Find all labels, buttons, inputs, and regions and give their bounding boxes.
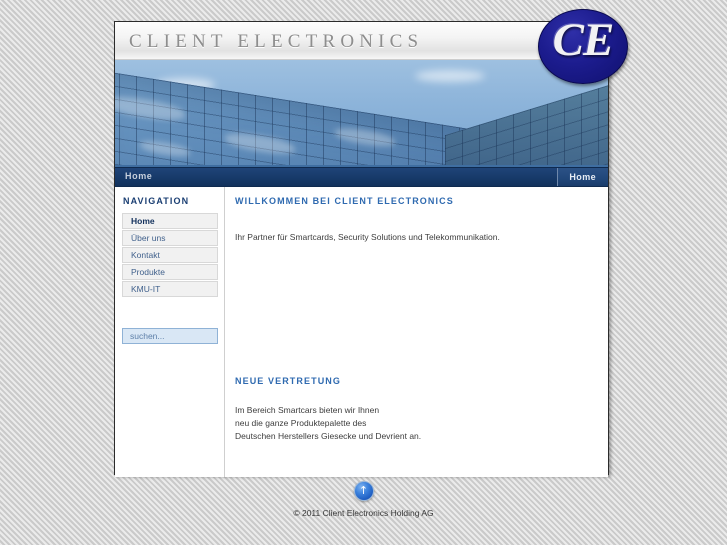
copyright-text: © 2011 Client Electronics Holding AG	[293, 508, 434, 518]
sidebar-item-label: Über uns	[131, 233, 166, 243]
page-frame: CLIENT ELECTRONICS CE Home Home NAVIGATI…	[114, 9, 628, 477]
vertretung-line-3: Deutschen Herstellers Giesecke und Devri…	[235, 431, 422, 441]
footer: ↑ © 2011 Client Electronics Holding AG	[0, 481, 727, 518]
masthead: CLIENT ELECTRONICS CE	[115, 9, 628, 84]
main-content: WILLKOMMEN BEI CLIENT ELECTRONICS Ihr Pa…	[225, 187, 608, 477]
sidebar-item-ueber-uns[interactable]: Über uns	[122, 230, 218, 246]
sidebar-item-label: Home	[131, 216, 155, 226]
banner-image	[115, 60, 608, 167]
search-input[interactable]: suchen...	[122, 328, 218, 344]
navbar-home-button-label: Home	[569, 172, 596, 182]
sidebar-item-label: Produkte	[131, 267, 166, 277]
welcome-heading: WILLKOMMEN BEI CLIENT ELECTRONICS	[235, 196, 454, 206]
back-to-top-icon[interactable]: ↑	[353, 481, 374, 501]
up-arrow-glyph: ↑	[358, 484, 369, 498]
ce-logo: CE	[538, 9, 628, 84]
breadcrumb: Home	[125, 171, 153, 181]
sidebar-item-home[interactable]: Home	[122, 213, 218, 229]
vertretung-text-block: Im Bereich Smartcars bieten wir Ihnen ne…	[235, 404, 592, 443]
vertretung-line-1: Im Bereich Smartcars bieten wir Ihnen	[235, 405, 380, 415]
brand-title: CLIENT ELECTRONICS	[129, 31, 424, 52]
sidebar-item-produkte[interactable]: Produkte	[122, 264, 218, 280]
sidebar-item-kontakt[interactable]: Kontakt	[122, 247, 218, 263]
search-placeholder: suchen...	[130, 331, 165, 341]
cloud-shape	[415, 70, 485, 82]
sidebar: NAVIGATION Home Über uns Kontakt Produkt…	[115, 187, 225, 477]
sidebar-item-label: Kontakt	[131, 250, 160, 260]
ce-logo-text: CE	[552, 14, 615, 66]
sidebar-heading: NAVIGATION	[123, 196, 190, 206]
sidebar-item-label: KMU-IT	[131, 284, 161, 294]
navbar: Home Home	[115, 167, 608, 187]
navbar-home-button[interactable]: Home	[557, 168, 608, 186]
sidebar-item-kmu-it[interactable]: KMU-IT	[122, 281, 218, 297]
content-row: NAVIGATION Home Über uns Kontakt Produkt…	[115, 187, 608, 477]
vertretung-line-2: neu die ganze Produktepalette des	[235, 418, 367, 428]
vertretung-heading: NEUE VERTRETUNG	[235, 376, 342, 386]
welcome-text: Ihr Partner für Smartcards, Security Sol…	[235, 232, 500, 242]
